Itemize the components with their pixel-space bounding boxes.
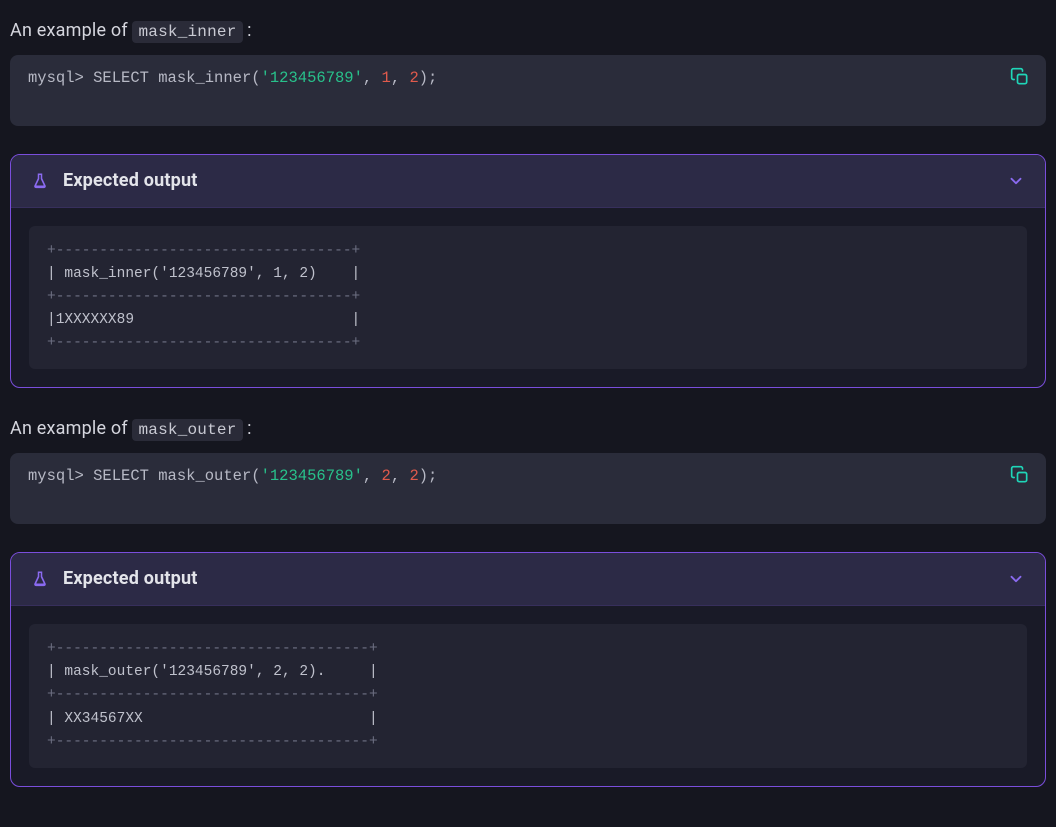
chevron-down-icon (1007, 570, 1025, 588)
code-block: mysql> SELECT mask_inner('123456789', 1,… (10, 55, 1046, 126)
expected-output-panel: Expected output +-----------------------… (10, 154, 1046, 389)
flask-icon (31, 567, 49, 591)
code-prompt: mysql> (28, 467, 93, 485)
code-close: ); (419, 467, 438, 485)
chevron-down-icon (1007, 172, 1025, 190)
code-num: 2 (409, 467, 418, 485)
output-line: | mask_inner('123456789', 1, 2) | (47, 266, 360, 282)
code-string: '123456789' (261, 69, 363, 87)
code-num: 2 (409, 69, 418, 87)
expected-output-body: +------------------------------------+ |… (11, 606, 1045, 786)
output-line: +------------------------------------+ (47, 687, 378, 703)
flask-icon (31, 169, 49, 193)
code-func: mask_inner (158, 69, 251, 87)
expected-output-header[interactable]: Expected output (11, 553, 1045, 606)
copy-button[interactable] (1008, 463, 1032, 487)
expected-output-title: Expected output (63, 170, 1007, 191)
code-comma: , (391, 69, 410, 87)
copy-icon (1010, 67, 1030, 87)
code-func: mask_outer (158, 467, 251, 485)
output-line: +----------------------------------+ (47, 289, 360, 305)
code-prompt: mysql> (28, 69, 93, 87)
output-pre: +----------------------------------+ | m… (29, 226, 1027, 370)
output-line: |1XXXXXX89 | (47, 312, 360, 328)
code-num: 1 (382, 69, 391, 87)
expected-output-body: +----------------------------------+ | m… (11, 208, 1045, 388)
heading-code: mask_inner (132, 21, 242, 43)
code-open: ( (251, 467, 260, 485)
copy-button[interactable] (1008, 65, 1032, 89)
output-pre: +------------------------------------+ |… (29, 624, 1027, 768)
output-line: | XX34567XX | (47, 711, 378, 727)
copy-icon (1010, 465, 1030, 485)
output-line: +------------------------------------+ (47, 641, 378, 657)
code-comma: , (391, 467, 410, 485)
section-heading: An example of mask_outer : (10, 418, 1046, 439)
output-line: +----------------------------------+ (47, 335, 360, 351)
code-block: mysql> SELECT mask_outer('123456789', 2,… (10, 453, 1046, 524)
heading-prefix: An example of (10, 418, 132, 439)
heading-prefix: An example of (10, 20, 132, 41)
expected-output-header[interactable]: Expected output (11, 155, 1045, 208)
expected-output-panel: Expected output +-----------------------… (10, 552, 1046, 787)
heading-suffix: : (243, 418, 252, 439)
code-comma: , (363, 69, 382, 87)
code-keyword: SELECT (93, 467, 158, 485)
heading-code: mask_outer (132, 419, 242, 441)
code-close: ); (419, 69, 438, 87)
section-heading: An example of mask_inner : (10, 20, 1046, 41)
code-open: ( (251, 69, 260, 87)
code-num: 2 (382, 467, 391, 485)
output-line: +----------------------------------+ (47, 243, 360, 259)
code-keyword: SELECT (93, 69, 158, 87)
expected-output-title: Expected output (63, 568, 1007, 589)
code-string: '123456789' (261, 467, 363, 485)
output-line: +------------------------------------+ (47, 734, 378, 750)
code-comma: , (363, 467, 382, 485)
heading-suffix: : (243, 20, 252, 41)
output-line: | mask_outer('123456789', 2, 2). | (47, 664, 378, 680)
